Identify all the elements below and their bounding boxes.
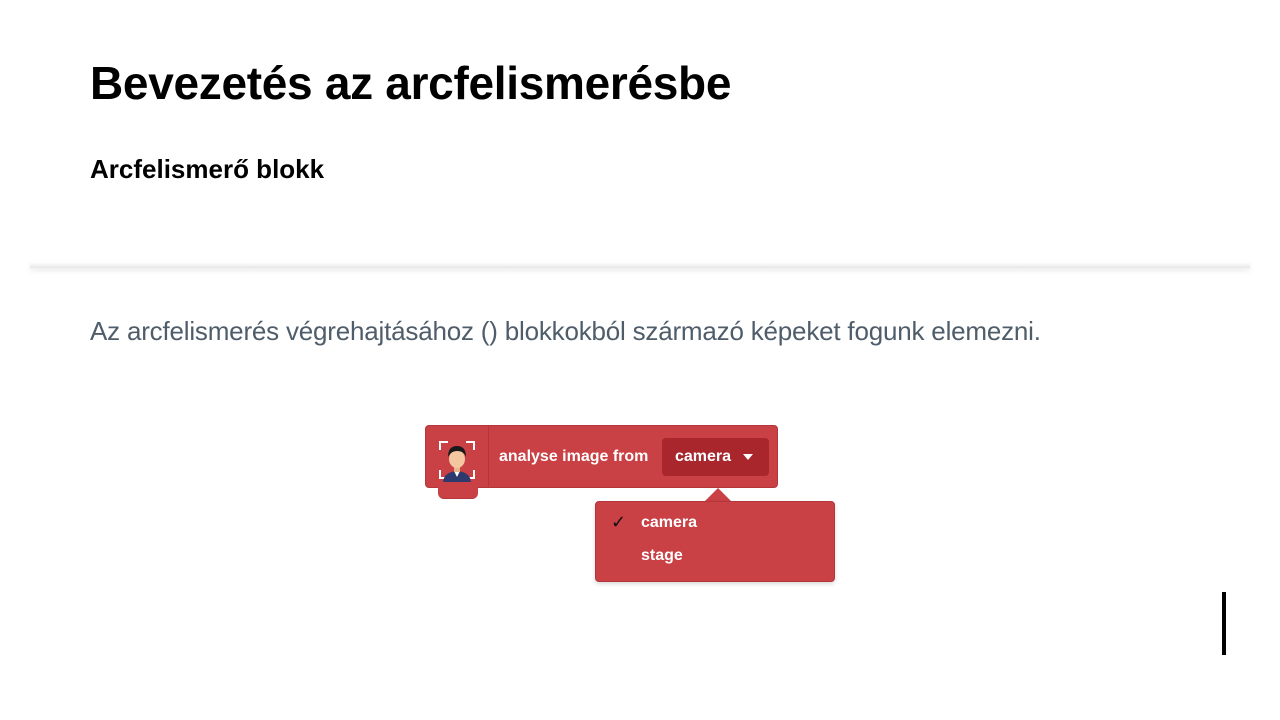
menu-item-stage[interactable]: stage: [596, 543, 834, 571]
face-recognition-icon: [439, 441, 475, 482]
block-notch: [438, 485, 478, 499]
divider: [30, 262, 1250, 268]
slide-subtitle: Arcfelismerő blokk: [90, 154, 325, 184]
slide-title: Bevezetés az arcfelismerésbe: [90, 57, 732, 109]
slide: Bevezetés az arcfelismerésbe Arcfelismer…: [0, 0, 1280, 720]
dropdown-value: camera: [675, 448, 732, 465]
menu-pointer: [705, 488, 731, 501]
source-dropdown[interactable]: camera: [662, 438, 769, 476]
check-icon: ✓: [611, 512, 627, 532]
menu-item-label: stage: [641, 547, 683, 564]
dropdown-menu: ✓ camera stage: [595, 501, 835, 582]
block-label: analyse image from: [499, 448, 649, 465]
menu-item-camera[interactable]: ✓ camera: [596, 510, 834, 538]
body-text: Az arcfelismerés végrehajtásához () blok…: [90, 316, 1041, 346]
caret-down-icon: [743, 454, 753, 460]
text-cursor: [1222, 592, 1226, 655]
menu-item-label: camera: [641, 514, 698, 531]
